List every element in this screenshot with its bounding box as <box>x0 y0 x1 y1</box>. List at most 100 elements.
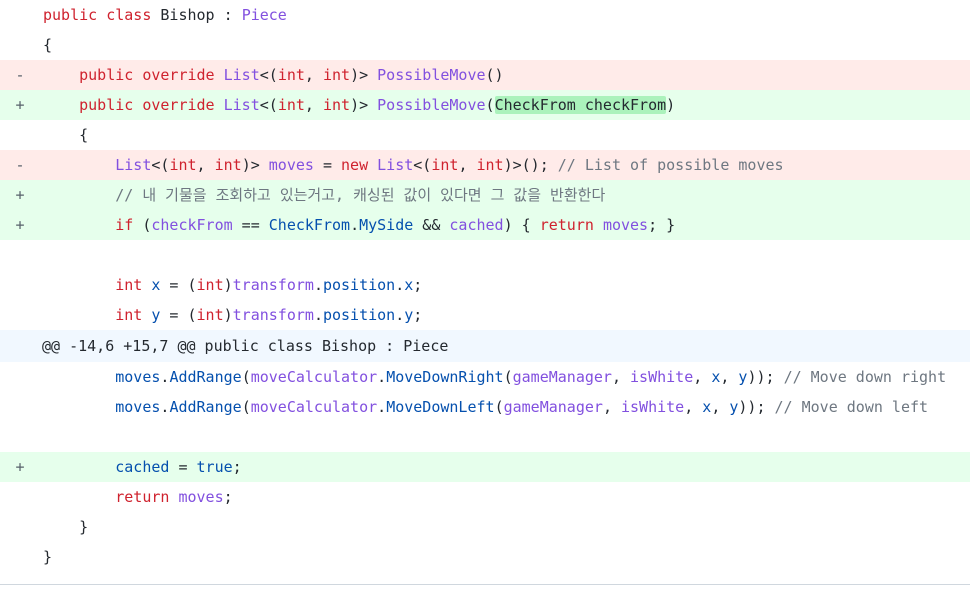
code-token: if <box>43 216 134 234</box>
added-line: + cached = true; <box>0 452 970 482</box>
context-line: moves.AddRange(moveCalculator.MoveDownRi… <box>0 362 970 392</box>
diff-marker: + <box>15 186 25 204</box>
code-token: . <box>377 368 387 386</box>
code-token: <( <box>259 66 278 84</box>
code-token: ( <box>485 96 495 114</box>
code-token: . <box>377 398 387 416</box>
code-token: , <box>720 368 739 386</box>
code-token: true <box>196 458 233 476</box>
code-token: ( <box>494 398 504 416</box>
code-token: , <box>304 96 323 114</box>
highlighted-change: CheckFrom checkFrom <box>494 96 667 114</box>
code-token: ) <box>666 96 676 114</box>
removed-line: - List<(int, int)> moves = new List<(int… <box>0 150 970 180</box>
code-token: List <box>377 156 414 174</box>
code-token: int <box>196 306 224 324</box>
code-token: AddRange <box>169 368 242 386</box>
code-token: // 내 기물을 조회하고 있는거고, 캐싱된 값이 있다면 그 값을 반환한다 <box>43 186 606 204</box>
code-token: } <box>43 518 89 536</box>
code-token: PossibleMove <box>377 66 486 84</box>
code-token: x <box>702 398 712 416</box>
context-line: return moves; <box>0 482 970 512</box>
context-line: int x = (int)transform.position.x; <box>0 270 970 300</box>
code-text: { <box>43 30 52 60</box>
code-token: : <box>214 6 242 24</box>
code-token: moves <box>43 368 161 386</box>
code-token: public override <box>43 96 224 114</box>
code-text: public override List<(int, int)> Possibl… <box>43 60 504 90</box>
code-token: . <box>395 276 405 294</box>
code-token: position <box>322 306 396 324</box>
removed-line: - public override List<(int, int)> Possi… <box>0 60 970 90</box>
code-token: int <box>43 276 152 294</box>
code-token: AddRange <box>169 398 242 416</box>
context-line: int y = (int)transform.position.y; <box>0 300 970 330</box>
code-token: , <box>693 368 712 386</box>
context-line: public class Bishop : Piece <box>0 0 970 30</box>
code-token: , <box>684 398 703 416</box>
code-text: if (checkFrom == CheckFrom.MySide && cac… <box>43 210 675 240</box>
code-token: gameManager <box>512 368 612 386</box>
code-token: int <box>277 66 305 84</box>
diff-marker: - <box>15 156 25 174</box>
code-token: , <box>458 156 477 174</box>
diff-marker: - <box>15 66 25 84</box>
code-token: int <box>431 156 459 174</box>
code-token: , <box>602 398 621 416</box>
added-line: + if (checkFrom == CheckFrom.MySide && c… <box>0 210 970 240</box>
code-token: ( <box>133 216 152 234</box>
code-text: { <box>43 120 88 150</box>
code-token: )> <box>350 96 378 114</box>
code-text: List<(int, int)> moves = new List<(int, … <box>43 150 783 180</box>
code-token: int <box>322 96 351 114</box>
code-token: moveCalculator <box>250 368 378 386</box>
diff-marker: + <box>15 458 25 476</box>
code-token: = ( <box>160 306 197 324</box>
code-text: } <box>43 542 52 572</box>
code-text: moves.AddRange(moveCalculator.MoveDownRi… <box>43 362 946 392</box>
code-token: // Move down right <box>783 368 947 386</box>
code-token: int <box>214 156 242 174</box>
code-token: ; <box>413 306 423 324</box>
context-line: { <box>0 30 970 60</box>
code-token: . <box>395 306 405 324</box>
code-token: int <box>322 66 351 84</box>
hunk-header[interactable]: @@ -14,6 +15,7 @@ public class Bishop : … <box>0 330 970 362</box>
context-line <box>0 240 970 270</box>
code-token: . <box>313 276 323 294</box>
code-token: return <box>43 488 179 506</box>
context-line: } <box>0 512 970 542</box>
code-token: // Move down left <box>774 398 929 416</box>
code-token: () <box>485 66 504 84</box>
code-token: )> <box>241 156 269 174</box>
code-token: List <box>223 66 260 84</box>
code-token: , <box>304 66 323 84</box>
code-token: PossibleMove <box>377 96 486 114</box>
code-token: transform <box>232 306 314 324</box>
code-token: moveCalculator <box>250 398 378 416</box>
code-token: @@ -14,6 +15,7 @@ public class Bishop : … <box>42 337 449 355</box>
code-text: int y = (int)transform.position.y; <box>43 300 422 330</box>
code-token: = ( <box>160 276 197 294</box>
code-token: )> <box>350 66 378 84</box>
context-line: { <box>0 120 970 150</box>
code-text: return moves; <box>43 482 232 512</box>
code-token: moves <box>178 488 224 506</box>
code-text: } <box>43 512 88 542</box>
code-token: MySide <box>359 216 414 234</box>
code-token: return <box>539 216 603 234</box>
code-token: gameManager <box>503 398 603 416</box>
code-token: <( <box>151 156 170 174</box>
code-token: Piece <box>241 6 287 24</box>
code-text: public class Bishop : Piece <box>43 0 287 30</box>
code-text: public override List<(int, int)> Possibl… <box>43 90 675 120</box>
code-token: isWhite <box>621 398 685 416</box>
code-token: ; <box>413 276 423 294</box>
code-token: List <box>223 96 260 114</box>
code-token: position <box>322 276 396 294</box>
code-token: isWhite <box>630 368 694 386</box>
code-token: int <box>277 96 305 114</box>
code-token: ; } <box>648 216 676 234</box>
code-token: transform <box>232 276 314 294</box>
code-token: { <box>43 126 89 144</box>
